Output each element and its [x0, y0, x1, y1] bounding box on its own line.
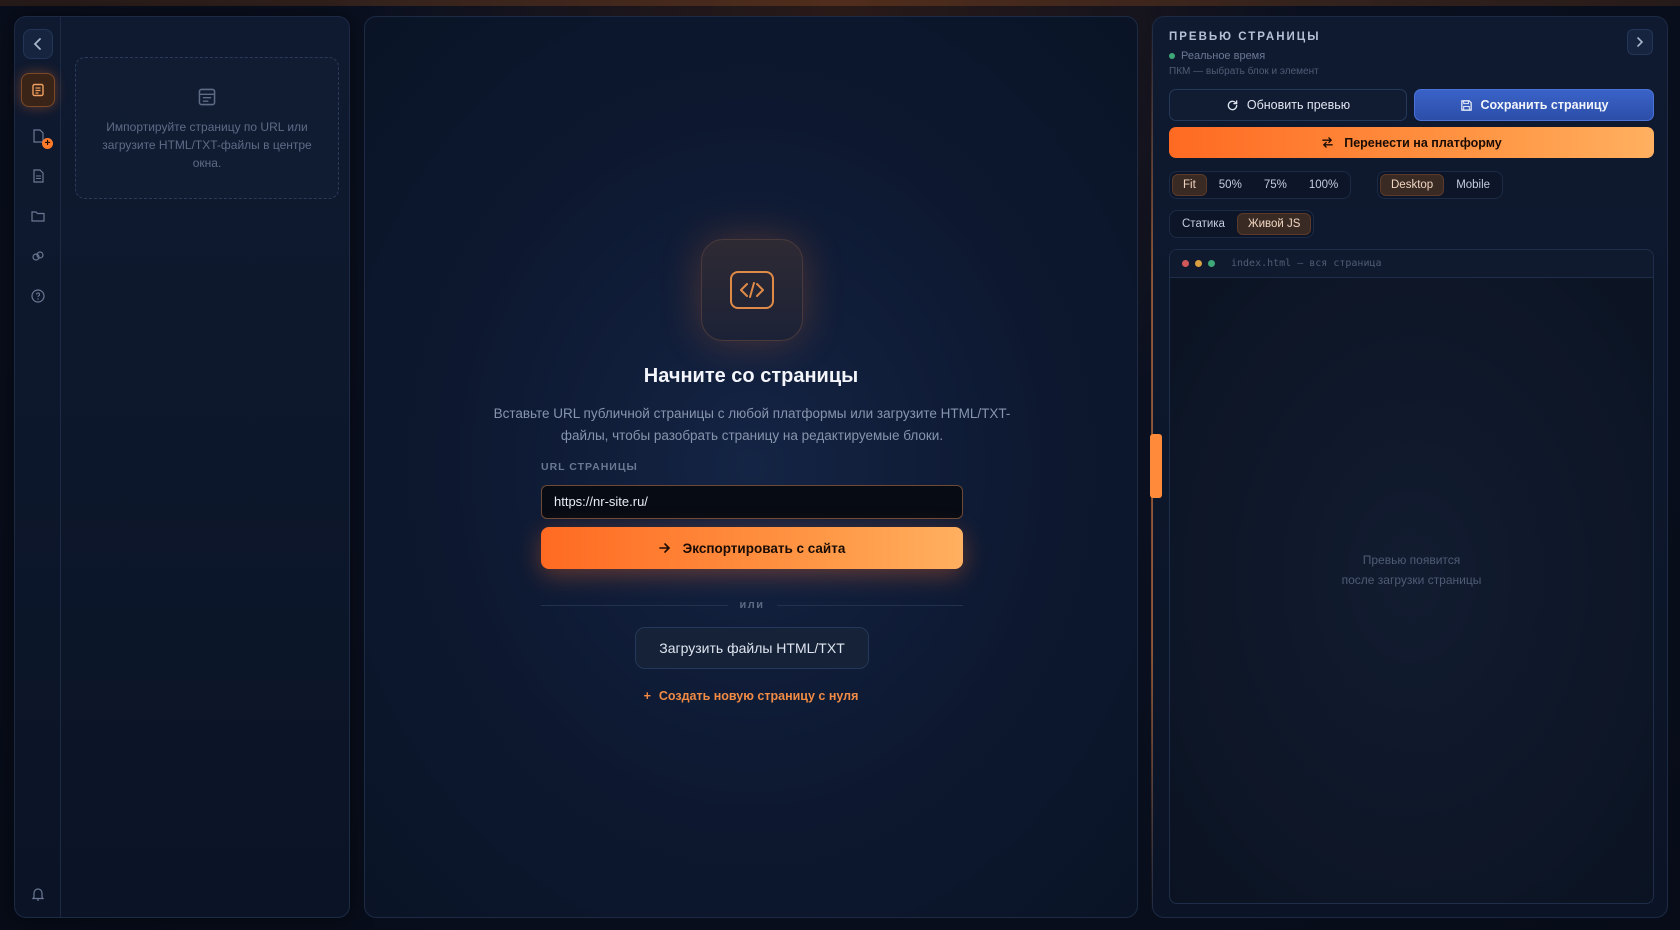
- zoom-100-option[interactable]: 100%: [1299, 174, 1348, 196]
- live-label: Реальное время: [1181, 50, 1266, 62]
- chevron-right-icon: [1637, 37, 1644, 47]
- help-icon: [31, 289, 45, 303]
- or-label: или: [739, 599, 765, 611]
- export-from-site-button[interactable]: Экспортировать с сайта: [541, 527, 963, 569]
- code-icon: [740, 282, 764, 298]
- upload-files-button[interactable]: Загрузить файлы HTML/TXT: [635, 627, 869, 669]
- zoom-75-option[interactable]: 75%: [1254, 174, 1297, 196]
- save-icon: [1460, 99, 1472, 111]
- chevron-left-icon: [33, 38, 41, 50]
- swap-icon: [1322, 137, 1334, 148]
- link-nav-button[interactable]: [23, 241, 53, 271]
- import-empty-card: Импортируйте страницу по URL или загрузи…: [75, 57, 339, 199]
- migrate-label: Перенести на платформу: [1344, 135, 1502, 150]
- preview-hint: ПКМ — выбрать блок и элемент: [1169, 66, 1319, 77]
- device-selector: Desktop Mobile: [1377, 171, 1504, 199]
- top-glow: [0, 0, 1680, 6]
- arrow-right-icon: [658, 543, 670, 553]
- collapse-sidebar-button[interactable]: [23, 29, 53, 59]
- left-sidebar: + Импортируйте страницу по URL или загру…: [14, 16, 350, 918]
- page-subtitle: Вставьте URL публичной страницы с любой …: [493, 406, 1011, 443]
- preview-frame-bar: index.html — вся страница: [1170, 250, 1653, 278]
- empty-line-1: Превью появится: [1362, 553, 1461, 567]
- save-page-button[interactable]: Сохранить страницу: [1414, 89, 1654, 121]
- bell-icon: [31, 888, 45, 901]
- preview-panel: ПРЕВЬЮ СТРАНИЦЫ Реальное время ПКМ — выб…: [1151, 16, 1668, 918]
- collapse-preview-button[interactable]: [1627, 29, 1653, 55]
- live-dot-icon: [1169, 53, 1175, 59]
- refresh-icon: [1227, 99, 1238, 110]
- mode-static-option[interactable]: Статика: [1172, 213, 1235, 235]
- notifications-button[interactable]: [23, 879, 53, 909]
- zoom-selector: Fit 50% 75% 100%: [1169, 171, 1352, 199]
- migrate-to-platform-button[interactable]: Перенести на платформу: [1169, 127, 1654, 158]
- pages-nav-button[interactable]: [21, 73, 55, 107]
- document-nav-button[interactable]: [23, 161, 53, 191]
- window-dot-red-icon: [1182, 260, 1189, 267]
- add-file-nav-button[interactable]: +: [23, 121, 53, 151]
- preview-title: ПРЕВЬЮ СТРАНИЦЫ: [1169, 31, 1321, 43]
- plus-icon: +: [643, 689, 651, 703]
- refresh-label: Обновить превью: [1246, 98, 1351, 112]
- add-badge-icon: +: [42, 138, 53, 149]
- or-divider: или: [541, 597, 964, 613]
- mode-live-js-option[interactable]: Живой JS: [1236, 213, 1312, 235]
- device-mobile-option[interactable]: Mobile: [1446, 174, 1500, 196]
- icon-rail: +: [15, 17, 61, 917]
- save-label: Сохранить страницу: [1480, 98, 1609, 112]
- create-label: Создать новую страницу с нуля: [658, 689, 859, 703]
- pages-icon: [198, 88, 216, 106]
- export-label: Экспортировать с сайта: [682, 540, 846, 556]
- zoom-fit-option[interactable]: Fit: [1172, 174, 1207, 196]
- folder-nav-button[interactable]: [23, 201, 53, 231]
- folder-icon: [31, 211, 45, 222]
- url-label: URL СТРАНИЦЫ: [541, 461, 638, 473]
- render-mode-selector: Статика Живой JS: [1169, 210, 1315, 238]
- preview-empty-state: Превью появится после загрузки страницы: [1170, 550, 1653, 590]
- import-hint-text: Импортируйте страницу по URL или загрузи…: [102, 120, 312, 170]
- refresh-preview-button[interactable]: Обновить превью: [1169, 89, 1407, 121]
- document-icon: [33, 169, 44, 183]
- help-nav-button[interactable]: [23, 281, 53, 311]
- device-desktop-option[interactable]: Desktop: [1380, 174, 1445, 196]
- empty-line-2: после загрузки страницы: [1341, 573, 1482, 587]
- create-new-page-link[interactable]: + Создать новую страницу с нуля: [365, 689, 1137, 703]
- main-workspace: Начните со страницы Вставьте URL публичн…: [364, 16, 1138, 918]
- live-status: Реальное время: [1169, 50, 1265, 62]
- pages-icon: [32, 83, 44, 97]
- window-dot-yellow-icon: [1195, 260, 1202, 267]
- panel-resize-handle[interactable]: [1150, 434, 1162, 498]
- url-input[interactable]: https://nr-site.ru/: [541, 485, 963, 519]
- preview-frame[interactable]: index.html — вся страница Превью появитс…: [1169, 249, 1654, 904]
- link-icon: [32, 251, 44, 261]
- code-tile: [701, 239, 803, 341]
- page-title: Начните со страницы: [643, 365, 859, 387]
- preview-file-name: index.html — вся страница: [1231, 258, 1382, 269]
- window-dot-green-icon: [1208, 260, 1215, 267]
- zoom-50-option[interactable]: 50%: [1209, 174, 1252, 196]
